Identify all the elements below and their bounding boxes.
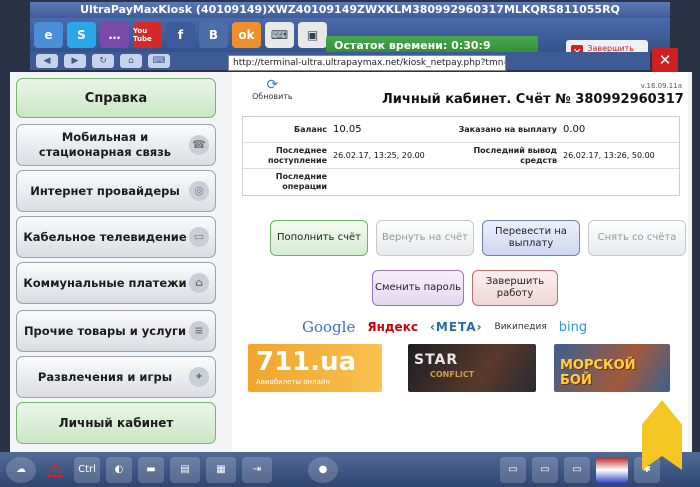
sidebar-item-mobile[interactable]: Мобильная и стационарная связь ☎ — [16, 124, 216, 166]
table-row: Последнее поступление 26.02.17, 13:25, 2… — [243, 143, 679, 169]
keyboard-icon[interactable]: ⌨ — [148, 54, 170, 68]
forward-icon[interactable]: ▶ — [64, 54, 86, 68]
banner-711-title: 711.ua — [256, 347, 357, 377]
sidebar-item-label: Личный кабинет — [58, 415, 174, 430]
skype-icon[interactable]: S — [67, 22, 96, 48]
sidebar-item-internet[interactable]: Интернет провайдеры ◎ — [16, 170, 216, 212]
sidebar-item-label: Справка — [84, 90, 148, 106]
sidebar-item-cable-tv[interactable]: Кабельное телевидение ▭ — [16, 216, 216, 258]
table-row: Баланс 10.05 Заказано на выплату 0.00 — [243, 117, 679, 143]
list-icon: ≡ — [189, 321, 209, 341]
network-icon[interactable]: ▭ — [532, 456, 558, 483]
banner-sea-battle[interactable]: МОРСКОЙ БОЙ — [554, 344, 670, 392]
withdraw-button[interactable]: Снять со счёта — [588, 220, 686, 256]
monitor-icon[interactable]: ▦ — [206, 456, 236, 483]
topup-button[interactable]: Пополнить счёт — [270, 220, 368, 256]
sidebar-item-label: Коммунальные платежи — [23, 275, 187, 290]
search-engines: Google Яндекс ‹META› Википедия bing — [302, 316, 682, 338]
page-title: Личный кабинет. Счёт № 380992960317 — [382, 92, 684, 107]
youtube-icon[interactable]: You Tube — [133, 22, 162, 48]
cabinet-panel: ⟳ Обновить v.16.09.11a Личный кабинет. С… — [232, 72, 688, 452]
sidebar-item-help[interactable]: Справка — [16, 78, 216, 118]
last-ops-label: Последние операции — [275, 172, 327, 191]
meta-link[interactable]: ‹META› — [430, 320, 483, 334]
ctrl-icon[interactable]: Ctrl — [74, 456, 100, 483]
main-area: Справка Мобильная и стационарная связь ☎… — [10, 72, 692, 452]
kiosk-screen: UltraPayMaxKiosk (40109149)XWZ40109149ZW… — [0, 0, 700, 487]
phone-icon: ☎ — [189, 135, 209, 155]
flag-us-icon[interactable]: ▭ — [500, 456, 526, 483]
refresh-label: Обновить — [252, 92, 293, 101]
back-icon[interactable]: ◀ — [36, 54, 58, 68]
bing-link[interactable]: bing — [559, 320, 587, 335]
taskbar: ☁ ⚠ Ctrl ◐ ▬ ▤ ▦ ⇥ ● ▭ ▭ ▭ ✱ — [0, 452, 700, 487]
table-row: Последние операции — [243, 169, 679, 195]
version-label: v.16.09.11a — [640, 82, 682, 90]
home-icon[interactable]: ⌂ — [120, 54, 142, 68]
tv-icon: ▭ — [189, 227, 209, 247]
sidebar-item-utilities[interactable]: Коммунальные платежи ⌂ — [16, 262, 216, 304]
app-icon[interactable]: ● — [308, 456, 338, 483]
banner-711-subtitle: Авиабилеты онлайн — [256, 378, 330, 386]
sidebar-item-label: Мобильная и стационарная связь — [38, 130, 172, 159]
google-link[interactable]: Google — [302, 318, 355, 336]
banner-star-conflict[interactable]: STAR CONFLICT — [408, 344, 536, 392]
terminal-icon[interactable]: ▤ — [170, 456, 200, 483]
drive-icon[interactable]: ▬ — [138, 456, 164, 483]
balance-value: 10.05 — [333, 124, 362, 135]
refresh-icon: ⟳ — [266, 77, 279, 93]
yandex-link[interactable]: Яндекс — [367, 320, 418, 334]
sidebar-item-account[interactable]: Личный кабинет — [16, 402, 216, 444]
last-withdraw-label: Последний вывод средств — [473, 145, 557, 165]
refresh-button[interactable]: ⟳ Обновить — [252, 78, 293, 101]
last-withdraw-value: 26.02.17, 13:26, 50.00 — [563, 151, 655, 160]
cloud-icon[interactable]: ☁ — [6, 456, 36, 483]
banner-star-subtitle: CONFLICT — [430, 370, 475, 379]
ordered-value: 0.00 — [563, 124, 586, 135]
ie-icon[interactable]: e — [34, 22, 63, 48]
exit-icon[interactable]: ⇥ — [242, 456, 272, 483]
volume-icon[interactable]: ▭ — [564, 456, 590, 483]
sidebar-item-label: Развлечения и игры — [37, 369, 173, 384]
sidebar-item-label: Интернет провайдеры — [30, 183, 180, 198]
refund-button[interactable]: Вернуть на счёт — [376, 220, 474, 256]
sidebar-item-entertainment[interactable]: Развлечения и игры ✦ — [16, 356, 216, 398]
address-bar[interactable]: http://terminal-ultra.ultrapaymax.net/ki… — [228, 55, 506, 71]
banner-sea-title: МОРСКОЙ БОЙ — [560, 358, 636, 388]
sidebar-item-label: Кабельное телевидение — [23, 229, 187, 244]
speaker-icon[interactable]: ◐ — [106, 456, 132, 483]
last-deposit-label: Последнее поступление — [268, 145, 327, 165]
gamepad-icon: ✦ — [189, 367, 209, 387]
language-flag-icon[interactable] — [596, 456, 628, 483]
globe-icon: ◎ — [189, 181, 209, 201]
wikipedia-link[interactable]: Википедия — [495, 322, 547, 332]
banner-star-title: STAR — [414, 352, 459, 368]
banner-711[interactable]: 711.ua Авиабилеты онлайн — [248, 344, 382, 392]
reload-icon[interactable]: ↻ — [92, 54, 114, 68]
vk-icon[interactable]: B — [199, 22, 228, 48]
transfer-button[interactable]: Перевести на выплату — [482, 220, 580, 256]
finish-work-button[interactable]: Завершить работу — [472, 270, 558, 306]
odnoklassniki-icon[interactable]: ok — [232, 22, 261, 48]
balance-label: Баланс — [293, 124, 327, 134]
sidebar-item-label: Прочие товары и услуги — [23, 323, 187, 338]
account-actions-secondary: Сменить пароль Завершить работу — [372, 270, 558, 306]
warning-icon[interactable]: ⚠ — [42, 457, 68, 483]
video-icon[interactable]: ▣ — [298, 22, 327, 48]
window-title: UltraPayMaxKiosk (40109149)XWZ40109149ZW… — [30, 2, 670, 18]
sidebar-item-other[interactable]: Прочие товары и услуги ≡ — [16, 310, 216, 352]
account-actions: Пополнить счёт Вернуть на счёт Перевести… — [270, 220, 686, 256]
last-deposit-value: 26.02.17, 13:25, 20.00 — [333, 151, 425, 160]
chat-icon[interactable]: … — [100, 22, 129, 48]
ordered-label: Заказано на выплату — [458, 124, 557, 134]
keyboard-icon[interactable]: ⌨ — [265, 22, 294, 48]
account-info-table: Баланс 10.05 Заказано на выплату 0.00 По… — [242, 116, 680, 196]
house-icon: ⌂ — [189, 273, 209, 293]
facebook-icon[interactable]: f — [166, 22, 195, 48]
change-password-button[interactable]: Сменить пароль — [372, 270, 464, 306]
close-window-button[interactable]: ✕ — [652, 48, 678, 72]
